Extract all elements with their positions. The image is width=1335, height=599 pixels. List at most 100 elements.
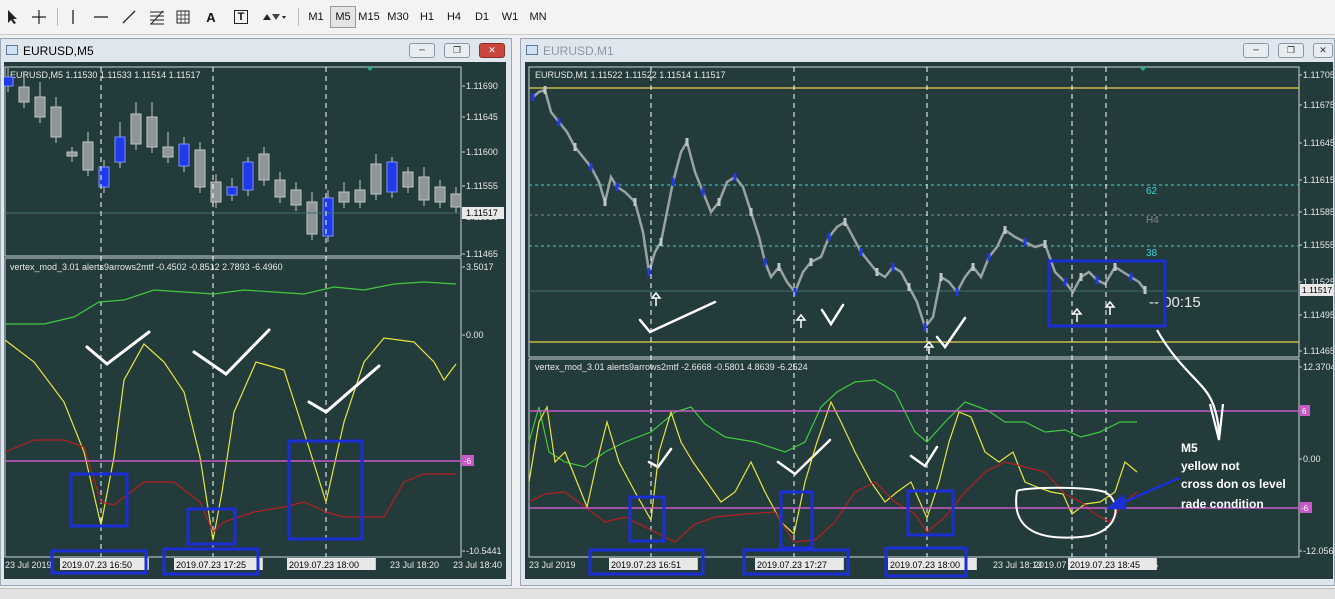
candle-body bbox=[543, 86, 547, 94]
candle-body bbox=[1143, 286, 1147, 294]
current-price: 1.11517 bbox=[1302, 285, 1332, 295]
time-label: 23 Jul 18:40 bbox=[453, 560, 502, 570]
indicator-axis-label: 3.5017 bbox=[466, 262, 494, 272]
text-icon[interactable]: A bbox=[200, 6, 222, 28]
price-axis-label: 1.11465 bbox=[466, 249, 498, 259]
time-label: 23 Jul 2019 bbox=[5, 560, 52, 570]
candle-body bbox=[603, 198, 607, 206]
candle-body bbox=[50, 106, 62, 138]
candle-body bbox=[66, 151, 78, 157]
timeframe-m30-button[interactable]: M30 bbox=[385, 6, 411, 28]
indicator-axis-label: -10.5441 bbox=[466, 546, 502, 556]
candle-body bbox=[322, 197, 334, 237]
candle-body bbox=[146, 116, 158, 148]
candle-body bbox=[450, 193, 462, 208]
cursor-icon[interactable] bbox=[2, 6, 24, 28]
price-axis-label: 1.11555 bbox=[1303, 240, 1333, 250]
candle-body bbox=[749, 208, 753, 216]
minimize-button[interactable]: ─ bbox=[409, 43, 435, 58]
toolbar-separator bbox=[298, 8, 299, 26]
maximize-button[interactable]: ❐ bbox=[1278, 43, 1304, 58]
toolbar: A T M1 M5 M15 M30 H1 H4 D1 W1 MN bbox=[0, 0, 1335, 35]
candle-body bbox=[1043, 240, 1047, 248]
minimize-button[interactable]: ─ bbox=[1243, 43, 1269, 58]
price-axis-label: 1.11465 bbox=[1303, 346, 1333, 356]
crosshair-icon[interactable] bbox=[27, 6, 51, 28]
time-label: 2019.07.23 17:27 bbox=[757, 560, 827, 570]
candle-body bbox=[386, 161, 398, 193]
candle-body bbox=[827, 233, 831, 241]
candle-body bbox=[402, 171, 414, 188]
time-label: 2019.07.23 18:00 bbox=[289, 560, 359, 570]
timeframe-h1-button[interactable]: H1 bbox=[414, 6, 440, 28]
chart-window-icon bbox=[526, 45, 538, 55]
price-axis-label: 1.11615 bbox=[1303, 175, 1333, 185]
candle-body bbox=[923, 323, 927, 331]
svg-text:rade condition: rade condition bbox=[1181, 497, 1264, 511]
status-bar bbox=[0, 588, 1335, 599]
maximize-button[interactable]: ❐ bbox=[444, 43, 470, 58]
timeframe-mn-button[interactable]: MN bbox=[525, 6, 551, 28]
fibonacci-icon[interactable] bbox=[145, 6, 169, 28]
level-tag-minus6-text: -6 bbox=[1301, 504, 1309, 513]
candle-body bbox=[338, 191, 350, 203]
svg-text:M5: M5 bbox=[1181, 441, 1198, 455]
window-title: EURUSD,M1 bbox=[543, 44, 614, 58]
candle-body bbox=[701, 188, 705, 196]
grid-tool-icon[interactable] bbox=[172, 6, 194, 28]
candle-body bbox=[1023, 238, 1027, 246]
timeframe-m5-button[interactable]: M5 bbox=[330, 6, 356, 28]
candle-body bbox=[659, 238, 663, 246]
close-button[interactable]: ✕ bbox=[1313, 43, 1333, 58]
candle-body bbox=[418, 176, 430, 201]
candle-body bbox=[162, 146, 174, 158]
candle-body bbox=[130, 113, 142, 145]
candle-body bbox=[1113, 263, 1117, 271]
indicator-header: vertex_mod_3.01 alerts9arrows2mtf -2.666… bbox=[535, 362, 808, 372]
time-label: 23 Jul 18:20 bbox=[390, 560, 439, 570]
level-tag-plus6-text: 6 bbox=[1302, 407, 1307, 416]
timeframe-h4-button[interactable]: H4 bbox=[441, 6, 467, 28]
horizontal-line-icon[interactable] bbox=[89, 6, 113, 28]
fib-label-h4: H4 bbox=[1146, 215, 1159, 226]
candle-body bbox=[685, 138, 689, 146]
price-axis-label: 1.11705 bbox=[1303, 70, 1333, 80]
arrows-icon[interactable] bbox=[259, 6, 289, 28]
candle-body bbox=[258, 153, 270, 181]
candle-body bbox=[955, 288, 959, 296]
current-price: 1.11517 bbox=[466, 208, 498, 218]
chart-header: EURUSD,M1 1.11522 1.11522 1.11514 1.1151… bbox=[535, 70, 725, 80]
indicator-axis-label: -12.0561 bbox=[1303, 546, 1333, 556]
price-axis-label: 1.11555 bbox=[466, 181, 498, 191]
timeframe-m15-button[interactable]: M15 bbox=[356, 6, 382, 28]
indicator-header: vertex_mod_3.01 alerts9arrows2mtf -0.450… bbox=[10, 262, 283, 272]
timeframe-w1-button[interactable]: W1 bbox=[497, 6, 523, 28]
candle-body bbox=[194, 149, 206, 188]
candle-body bbox=[1095, 276, 1099, 284]
text-label-icon[interactable]: T bbox=[229, 6, 253, 28]
vertical-line-icon[interactable] bbox=[62, 6, 84, 28]
candle-body bbox=[178, 143, 190, 167]
candle-body bbox=[971, 263, 975, 271]
chart-area-m5[interactable]: EURUSD,M5 1.11530 1.11533 1.11514 1.1151… bbox=[4, 62, 506, 579]
close-button[interactable]: ✕ bbox=[479, 43, 505, 58]
candle-body bbox=[717, 198, 721, 206]
time-axis: 23 Jul 2019 2019.07.23 16:51 2019.07.23 17… bbox=[529, 558, 1158, 570]
candle-body bbox=[1063, 278, 1067, 286]
time-label: 2019.07.23 16:50 bbox=[62, 560, 132, 570]
candle-body bbox=[907, 283, 911, 291]
candle-body bbox=[809, 258, 813, 266]
price-axis-label: 1.11675 bbox=[1303, 100, 1333, 110]
candle-body bbox=[573, 143, 577, 151]
timeframe-d1-button[interactable]: D1 bbox=[469, 6, 495, 28]
time-label: 2019.07.23 16:51 bbox=[611, 560, 681, 570]
fib-label-38: 38 bbox=[1146, 248, 1158, 259]
candle-body bbox=[671, 178, 675, 186]
candle-body bbox=[891, 263, 895, 271]
text-label-glyph: T bbox=[233, 10, 249, 24]
chart-area-m1[interactable]: EURUSD,M1 1.11522 1.11522 1.11514 1.1151… bbox=[525, 62, 1333, 579]
candle-body bbox=[18, 86, 30, 103]
trendline-icon[interactable] bbox=[117, 6, 141, 28]
timeframe-m1-button[interactable]: M1 bbox=[303, 6, 329, 28]
level-tag-text: -6 bbox=[464, 457, 472, 466]
